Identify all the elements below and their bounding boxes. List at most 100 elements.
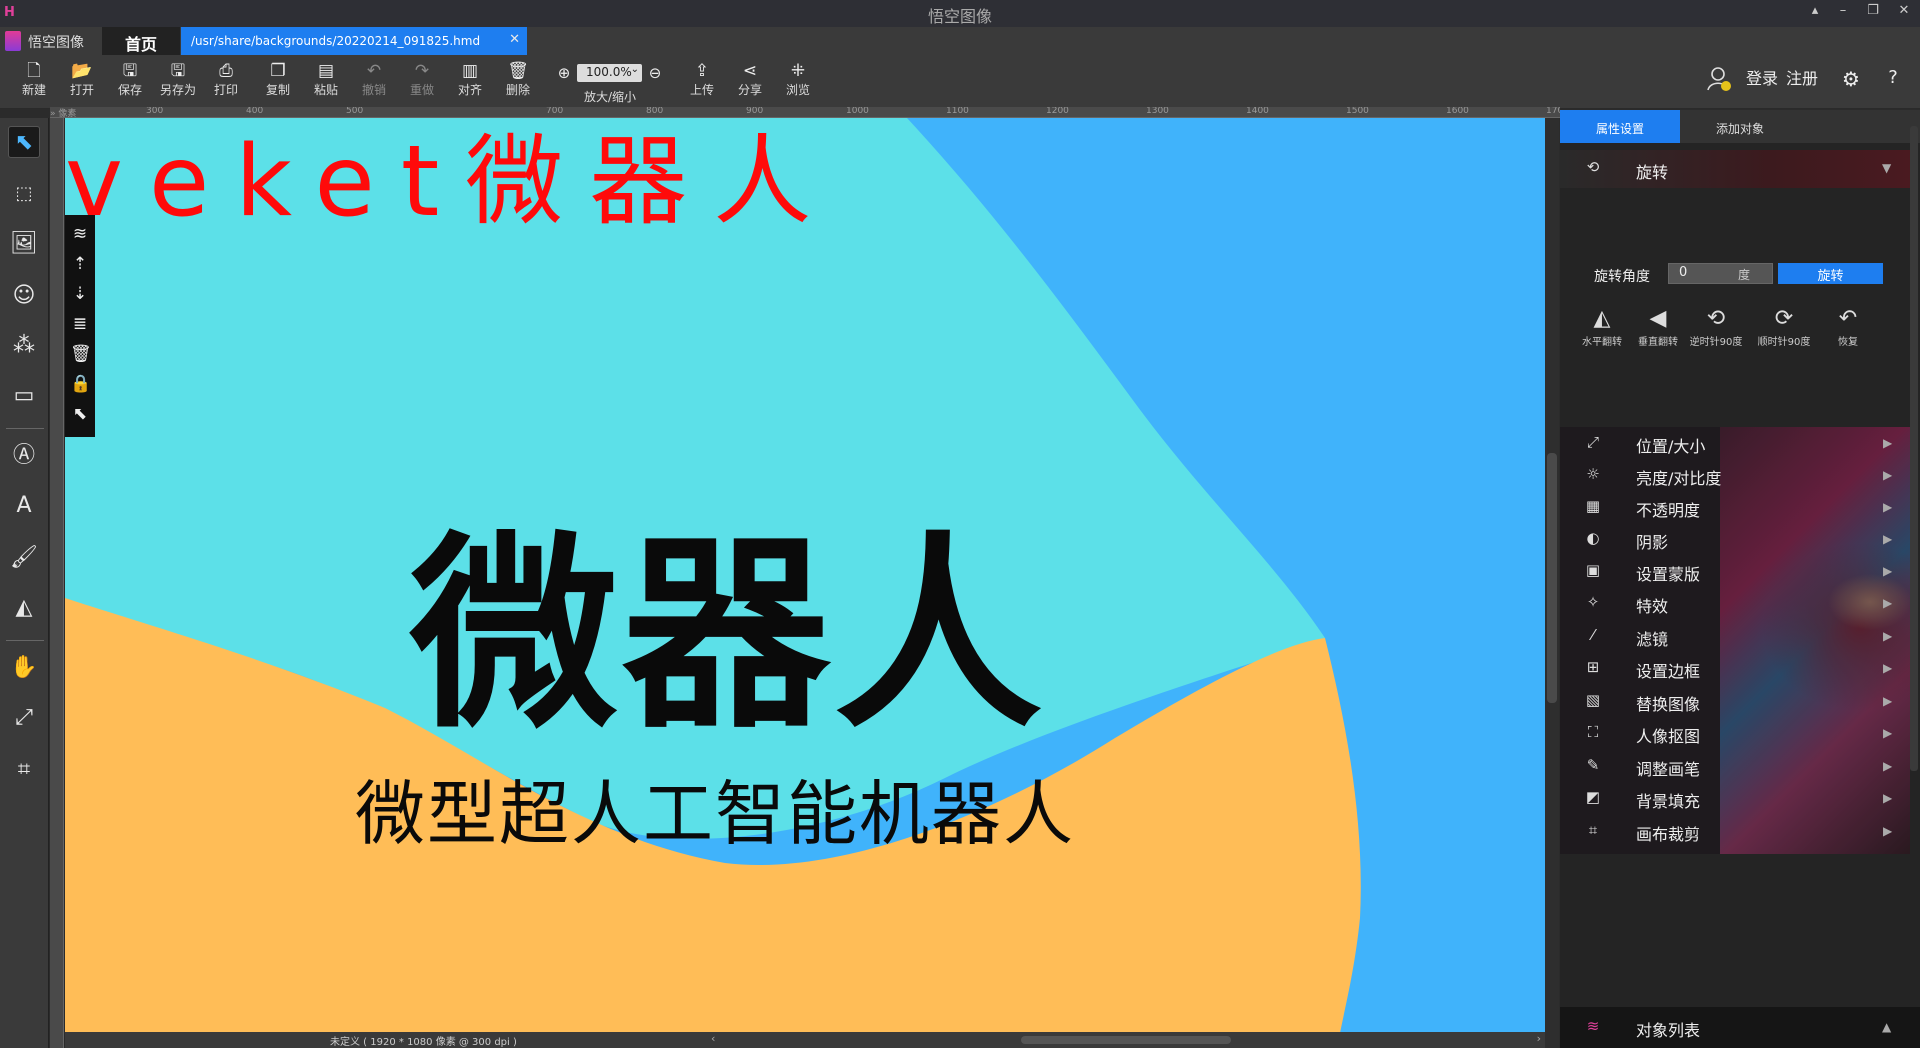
save-button[interactable]: 🖫 保存	[108, 61, 152, 98]
wand-icon: ⁄	[1591, 626, 1595, 644]
shapes-icon[interactable]: ⁂	[8, 330, 40, 362]
redo-button[interactable]: ↷ 重做	[400, 61, 444, 98]
chevron-right-icon: ▶	[1883, 564, 1893, 578]
menu-mask[interactable]: ▣ 设置蒙版 ▶	[1560, 555, 1910, 587]
horizontal-scrollbar[interactable]: ‹ ›	[705, 1032, 1545, 1048]
ruler-unit-label: 像素	[58, 109, 77, 118]
copy-button[interactable]: ❐ 复制	[256, 61, 300, 98]
select-tool-icon[interactable]: ⬉	[8, 126, 40, 158]
crop-icon[interactable]: ⌗	[8, 754, 40, 786]
save-as-button[interactable]: 🖫 另存为	[156, 61, 200, 98]
text-style-icon[interactable]: A	[8, 490, 40, 522]
image-adjust-icon[interactable]: 🖼	[8, 228, 40, 260]
delete-button[interactable]: 🗑 删除	[496, 61, 540, 98]
red-title-text[interactable]: veket微器人	[65, 118, 837, 244]
help-icon[interactable]: ?	[1884, 67, 1902, 88]
app-name-tab[interactable]: 悟空图像	[0, 27, 100, 55]
resize-icon[interactable]: ⤢	[8, 702, 40, 734]
horizontal-scroll-thumb[interactable]	[1021, 1036, 1231, 1044]
brush-icon[interactable]: 🖌	[8, 542, 40, 574]
menu-canvas-crop[interactable]: ⌗ 画布裁剪 ▶	[1560, 815, 1910, 847]
rotate-ccw-label: 逆时针90度	[1689, 337, 1743, 348]
chevron-right-icon[interactable]: ›	[1537, 1032, 1541, 1045]
rotate-angle-input[interactable]: 0	[1668, 263, 1773, 284]
maximize-button[interactable]: ❐	[1862, 3, 1884, 23]
chevron-left-icon[interactable]: ‹	[711, 1032, 715, 1045]
hand-icon[interactable]: ✋	[8, 652, 40, 684]
flip-vertical-label: 垂直翻转	[1638, 337, 1678, 348]
rect-select-icon[interactable]: ⬚	[8, 178, 40, 210]
flip-vertical-button[interactable]: ◀ 垂直翻转	[1628, 305, 1688, 348]
send-backward-icon[interactable]: ⇣	[70, 283, 90, 305]
tab-properties[interactable]: 属性设置	[1560, 110, 1680, 143]
menu-filter[interactable]: ⁄ 滤镜 ▶	[1560, 620, 1910, 652]
bring-forward-icon[interactable]: ⇡	[70, 253, 90, 275]
chevron-down-icon: ⌄	[630, 64, 639, 75]
share-button[interactable]: ⋖ 分享	[728, 61, 772, 98]
menu-portrait-cutout[interactable]: ⛶ 人像抠图 ▶	[1560, 717, 1910, 749]
paste-button[interactable]: ▤ 粘贴	[304, 61, 348, 98]
menu-opacity[interactable]: ▦ 不透明度 ▶	[1560, 491, 1910, 523]
vertical-scrollbar[interactable]	[1545, 118, 1559, 1048]
share-icon: ⋖	[742, 61, 758, 81]
menu-background-fill[interactable]: ◩ 背景填充 ▶	[1560, 782, 1910, 814]
minimize-button[interactable]: –	[1832, 3, 1854, 23]
rotate-button[interactable]: 旋转	[1778, 263, 1883, 284]
gear-icon[interactable]: ⚙	[1842, 67, 1860, 91]
menu-brush-adjust[interactable]: ✎ 调整画笔 ▶	[1560, 750, 1910, 782]
menu-position-size[interactable]: ⤢ 位置/大小 ▶	[1560, 427, 1910, 459]
chevron-right-icon: ▶	[1883, 532, 1893, 546]
zoom-out-icon[interactable]: ⊖	[646, 64, 664, 82]
main-title-text[interactable]: 微器人	[410, 466, 1046, 767]
vector-shape-icon[interactable]: ◭	[8, 592, 40, 624]
register-link[interactable]: 注册	[1786, 65, 1818, 89]
layers-icon[interactable]: ≋	[70, 223, 90, 245]
menu-shadow[interactable]: ◐ 阴影 ▶	[1560, 523, 1910, 555]
tab-file[interactable]: /usr/share/backgrounds/20220214_091825.h…	[181, 27, 527, 55]
undo-button[interactable]: ↶ 撤销	[352, 61, 396, 98]
text-box-icon[interactable]: Ⓐ	[8, 440, 40, 472]
new-button[interactable]: 🗋 新建	[12, 61, 56, 98]
rotate-cw-button[interactable]: ⟳ 顺时针90度	[1754, 305, 1814, 348]
redo-icon: ↷	[414, 61, 430, 81]
open-button[interactable]: 📂 打开	[60, 61, 104, 98]
face-icon[interactable]: ☺	[8, 280, 40, 312]
object-list-label: 对象列表	[1636, 1021, 1701, 1040]
stack-icon[interactable]: ≣	[70, 313, 90, 335]
frame-icon[interactable]: ▭	[8, 380, 40, 412]
zoom-in-icon[interactable]: ⊕	[555, 64, 573, 82]
vertical-scroll-thumb[interactable]	[1547, 453, 1557, 703]
flip-horizontal-button[interactable]: ◭ 水平翻转	[1572, 305, 1632, 348]
close-tab-icon[interactable]: ✕	[509, 32, 520, 47]
zoom-select[interactable]: 100.0% ⌄	[577, 64, 642, 82]
menu-replace-image[interactable]: ▧ 替换图像 ▶	[1560, 685, 1910, 717]
align-button[interactable]: ▥ 对齐	[448, 61, 492, 98]
image-info: 未定义 ( 1920 * 1080 像素 @ 300 dpi )	[330, 1037, 517, 1048]
browse-button[interactable]: ⁜ 浏览	[776, 61, 820, 98]
rotate-ccw-button[interactable]: ⟲ 逆时针90度	[1686, 305, 1746, 348]
menu-effects[interactable]: ✧ 特效 ▶	[1560, 587, 1910, 619]
trash-icon[interactable]: 🗑	[70, 343, 92, 365]
restore-button[interactable]: ↶ 恢复	[1818, 305, 1878, 348]
print-button[interactable]: ⎙ 打印	[204, 61, 248, 98]
collapse-button[interactable]: ▴	[1804, 3, 1826, 23]
object-list-bar[interactable]: ≋ 对象列表 ▲	[1560, 1007, 1920, 1048]
close-window-button[interactable]: ✕	[1893, 3, 1915, 23]
grid-icon: ⁜	[790, 61, 806, 81]
chevron-right-icon: ▶	[1883, 791, 1893, 805]
user-avatar-icon[interactable]	[1706, 65, 1732, 91]
menu-brightness[interactable]: ☼ 亮度/对比度 ▶	[1560, 459, 1910, 491]
login-link[interactable]: 登录	[1746, 65, 1778, 89]
select-object-icon[interactable]: ⬉	[70, 403, 90, 425]
rotate-section-header[interactable]: ⟲ 旋转 ▼	[1560, 150, 1910, 188]
upload-button[interactable]: ⇪ 上传	[680, 61, 724, 98]
tab-add-object[interactable]: 添加对象	[1680, 110, 1800, 143]
align-label: 对齐	[457, 83, 482, 97]
menu-border[interactable]: ⊞ 设置边框 ▶	[1560, 652, 1910, 684]
subtitle-text[interactable]: 微型超人工智能机器人	[355, 758, 1075, 859]
undo-icon: ↶	[366, 61, 382, 81]
panel-scrollbar[interactable]	[1910, 126, 1918, 771]
tab-home[interactable]: 首页	[102, 27, 180, 55]
canvas-area[interactable]: veket微器人 微器人 微型超人工智能机器人	[65, 118, 1545, 1033]
lock-icon[interactable]: 🔒	[70, 373, 91, 395]
